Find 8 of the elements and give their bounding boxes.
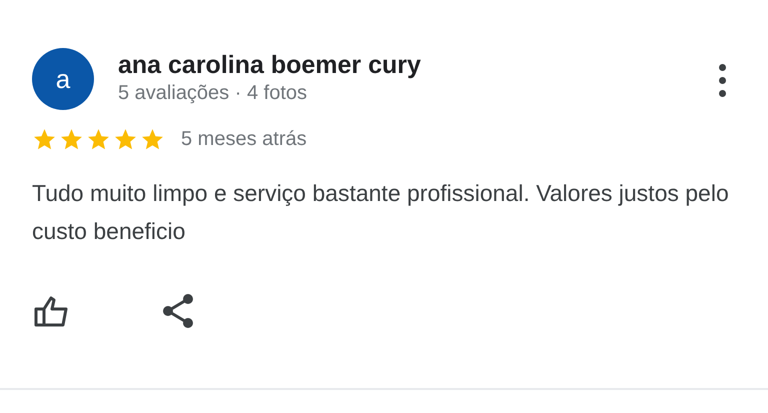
avatar: a	[32, 48, 94, 110]
more-options-icon[interactable]	[717, 62, 728, 99]
review-meta: 5 avaliações · 4 fotos	[118, 81, 308, 106]
share-icon[interactable]	[162, 294, 194, 328]
author-name: ana carolina boemer cury	[118, 50, 422, 80]
review-text: Tudo muito limpo e serviço bastante profissional. Valores justos pelo custo beneficio	[31, 179, 730, 246]
thumbs-up-icon[interactable]	[34, 295, 70, 327]
review-time: 5 meses atrás	[181, 127, 307, 152]
